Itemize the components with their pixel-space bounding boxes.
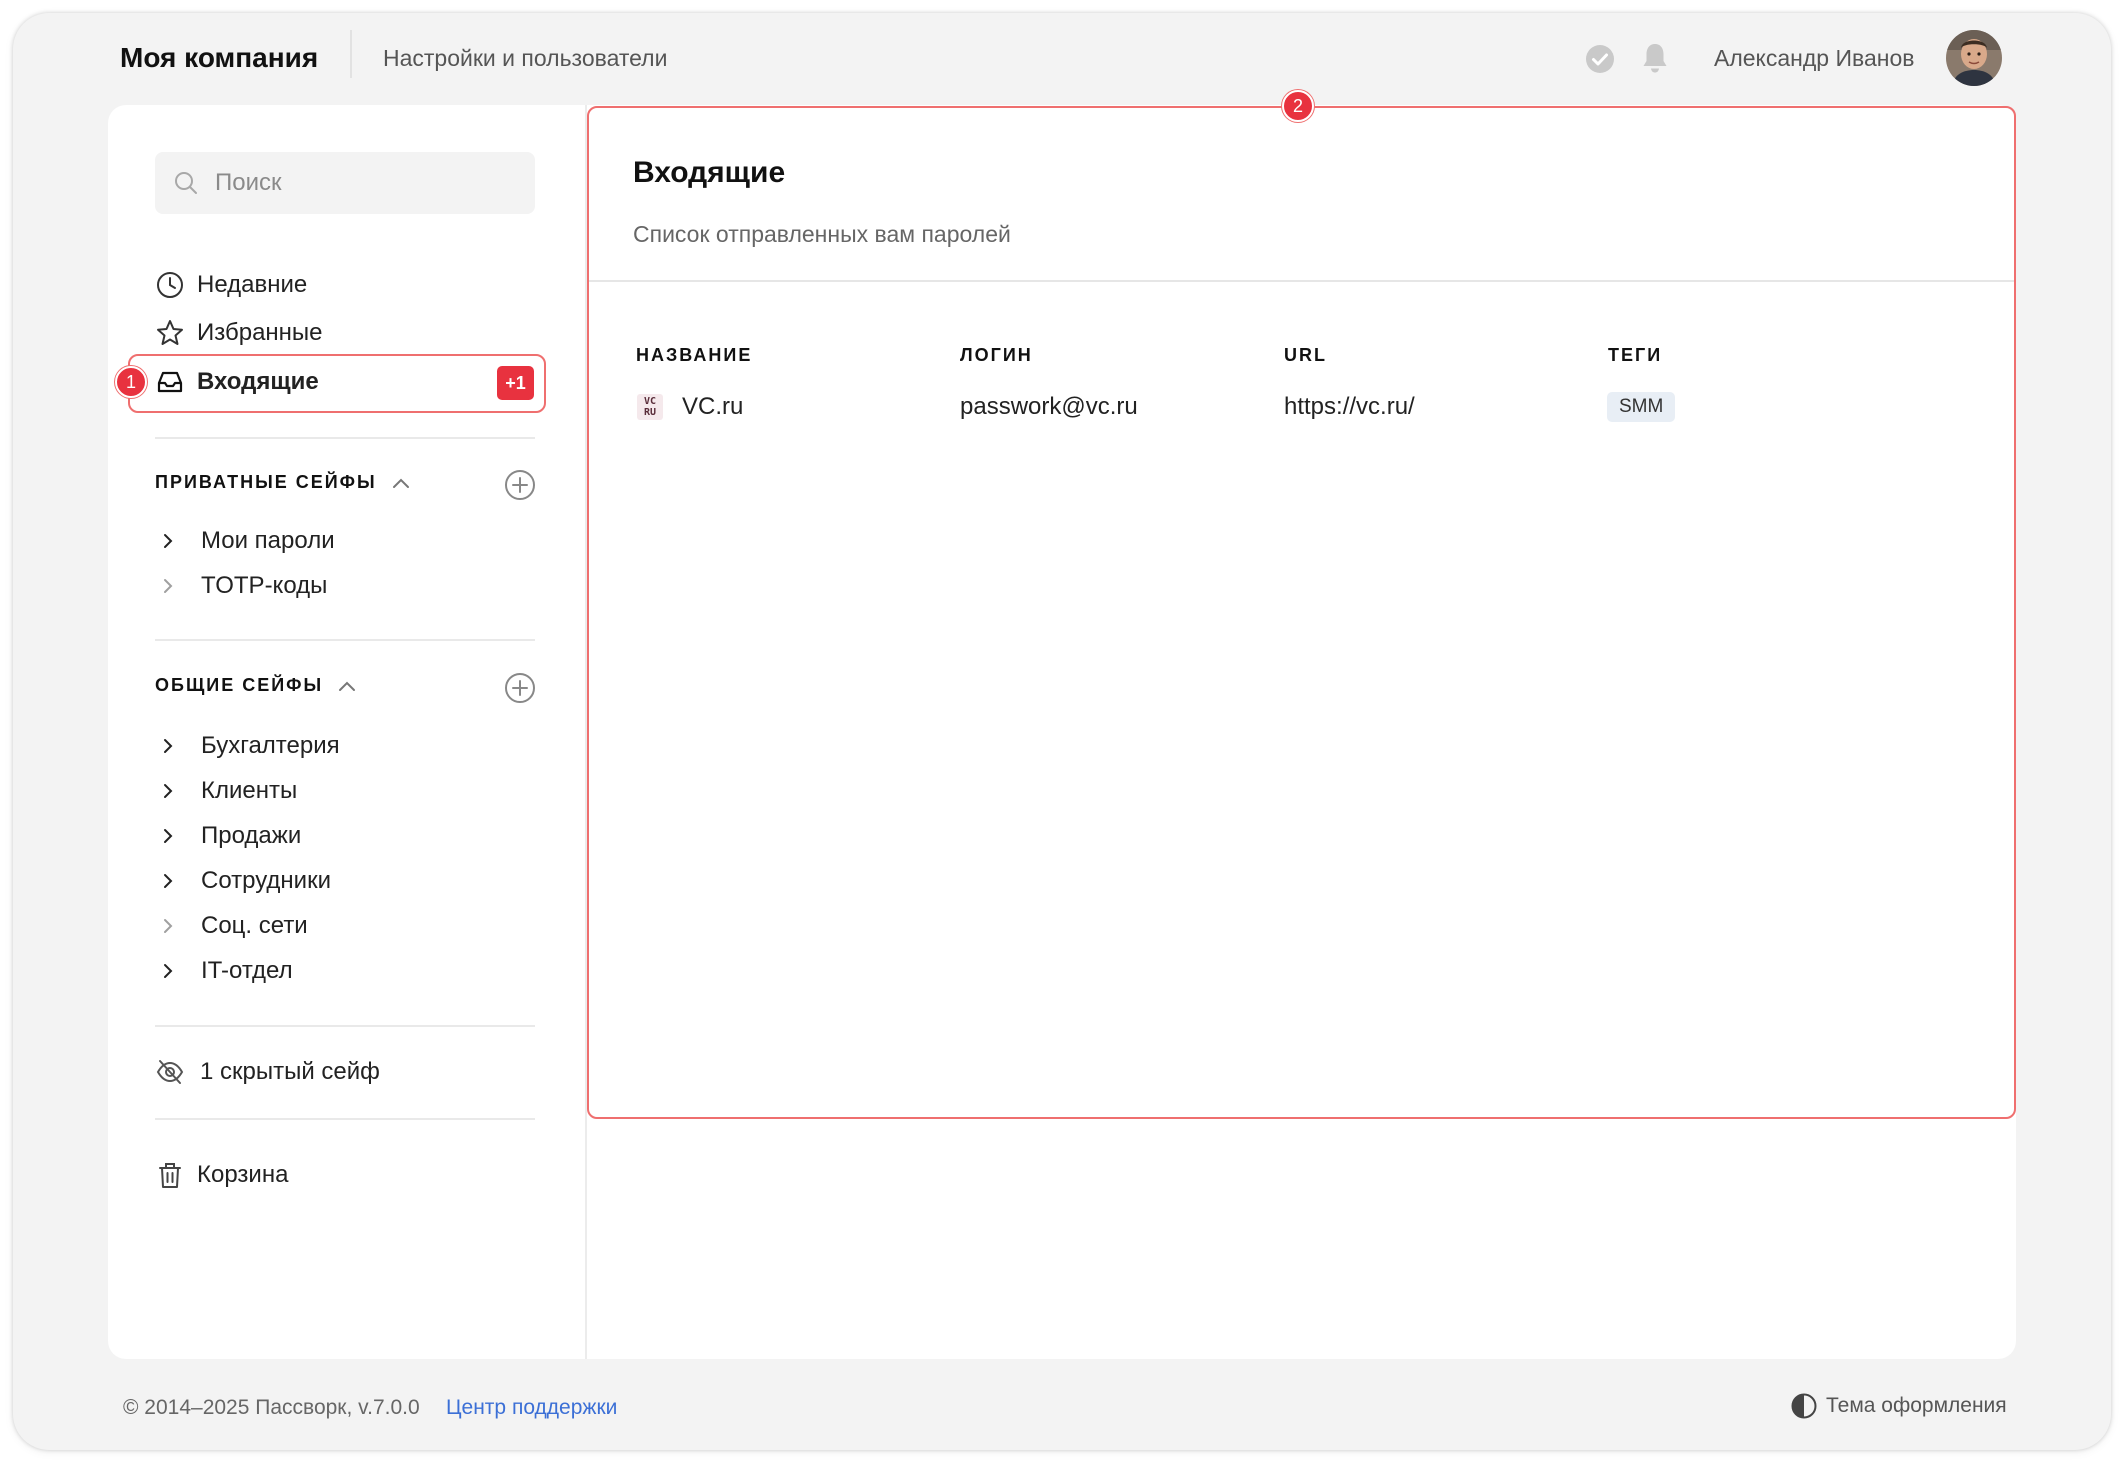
sidebar-divider: [155, 437, 535, 439]
row-url[interactable]: https://vc.ru/: [1284, 393, 1415, 421]
chevron-right-icon[interactable]: [160, 918, 176, 934]
support-center-link[interactable]: Центр поддержки: [446, 1396, 617, 1420]
theme-label: Тема оформления: [1826, 1394, 2007, 1417]
chevron-up-icon[interactable]: [391, 476, 411, 490]
hidden-vaults-label: 1 скрытый сейф: [200, 1058, 380, 1085]
chevron-right-icon[interactable]: [160, 828, 176, 844]
chevron-right-icon[interactable]: [160, 578, 176, 594]
hidden-vaults-item[interactable]: 1 скрытый сейф: [155, 1052, 380, 1092]
vault-item-my-passwords[interactable]: Мои пароли: [160, 523, 335, 559]
sidebar-item-recent[interactable]: Недавние: [155, 265, 307, 305]
sidebar-divider: [155, 1118, 535, 1120]
chevron-right-icon[interactable]: [160, 738, 176, 754]
sidebar-divider: [155, 639, 535, 641]
vault-item-accounting[interactable]: Бухгалтерия: [160, 728, 340, 764]
chevron-right-icon[interactable]: [160, 873, 176, 889]
shared-vaults-header[interactable]: ОБЩИЕ СЕЙФЫ: [155, 675, 357, 696]
add-shared-vault-button[interactable]: [504, 672, 536, 704]
sidebar-divider: [155, 1025, 535, 1027]
panel-divider: [589, 280, 2014, 282]
company-name[interactable]: Моя компания: [120, 42, 318, 74]
page-title: Входящие: [633, 156, 786, 189]
vault-item-employees[interactable]: Сотрудники: [160, 863, 331, 899]
check-circle-icon[interactable]: [1585, 44, 1615, 74]
vault-item-clients[interactable]: Клиенты: [160, 773, 297, 809]
vault-label: IT-отдел: [201, 957, 293, 984]
vault-label: Соц. сети: [201, 912, 308, 939]
chevron-right-icon[interactable]: [160, 533, 176, 549]
vault-item-totp-codes[interactable]: TOTP-коды: [160, 568, 327, 604]
shared-vaults-title: ОБЩИЕ СЕЙФЫ: [155, 675, 324, 695]
search-box[interactable]: [155, 152, 535, 214]
settings-and-users-link[interactable]: Настройки и пользователи: [383, 45, 667, 72]
chevron-right-icon[interactable]: [160, 783, 176, 799]
annotation-marker-1: 1: [115, 366, 147, 398]
vault-label: Сотрудники: [201, 867, 331, 894]
sidebar-item-trash[interactable]: Корзина: [155, 1155, 288, 1195]
search-input[interactable]: [215, 152, 515, 214]
trash-icon: [159, 1163, 181, 1188]
sidebar-item-label: Избранные: [197, 319, 323, 346]
site-favicon-icon: VC RU: [637, 394, 663, 420]
contrast-icon: [1791, 1393, 1817, 1419]
user-name[interactable]: Александр Иванов: [1714, 45, 1914, 72]
eye-off-icon: [156, 1060, 184, 1084]
row-login[interactable]: passwork@vc.ru: [960, 393, 1138, 421]
column-header-tags[interactable]: ТЕГИ: [1608, 345, 1662, 366]
tag-badge[interactable]: SMM: [1607, 392, 1676, 422]
header-divider: [350, 30, 352, 78]
vault-label: Продажи: [201, 822, 302, 849]
sidebar-item-label: Входящие: [197, 368, 319, 395]
copyright: © 2014–2025 Пассворк, v.7.0.0: [123, 1396, 420, 1419]
vault-label: Клиенты: [201, 777, 298, 804]
star-icon: [157, 320, 183, 345]
chevron-up-icon[interactable]: [337, 679, 357, 693]
bell-icon[interactable]: [1640, 41, 1670, 75]
chevron-right-icon[interactable]: [160, 963, 176, 979]
sidebar-item-label: Недавние: [197, 271, 308, 298]
clock-icon: [157, 272, 183, 298]
inbox-icon: [157, 371, 183, 393]
vault-label: Бухгалтерия: [201, 732, 340, 759]
page-subtitle: Список отправленных вам паролей: [633, 221, 1011, 247]
add-private-vault-button[interactable]: [504, 469, 536, 501]
inbox-count-badge: +1: [497, 366, 534, 400]
sidebar-item-inbox[interactable]: Входящие: [155, 362, 319, 402]
sidebar-item-favorites[interactable]: Избранные: [155, 313, 323, 353]
private-vaults-title: ПРИВАТНЫЕ СЕЙФЫ: [155, 472, 377, 492]
vault-label: TOTP-коды: [201, 572, 328, 599]
annotation-marker-2: 2: [1282, 90, 1314, 122]
vault-label: Мои пароли: [201, 527, 335, 554]
column-header-login[interactable]: ЛОГИН: [960, 345, 1033, 366]
row-name[interactable]: VC.ru: [682, 393, 743, 421]
avatar[interactable]: [1946, 30, 2002, 86]
column-header-name[interactable]: НАЗВАНИЕ: [636, 345, 752, 366]
private-vaults-header[interactable]: ПРИВАТНЫЕ СЕЙФЫ: [155, 472, 411, 493]
sidebar-item-label: Корзина: [197, 1161, 289, 1188]
column-header-url[interactable]: URL: [1284, 345, 1327, 366]
vault-item-it[interactable]: IT-отдел: [160, 953, 293, 989]
inbox-panel: [587, 106, 2016, 1119]
vault-item-social[interactable]: Соц. сети: [160, 908, 308, 944]
vault-item-sales[interactable]: Продажи: [160, 818, 301, 854]
search-icon: [175, 172, 197, 194]
theme-toggle-button[interactable]: Тема оформления: [1790, 1392, 2007, 1420]
